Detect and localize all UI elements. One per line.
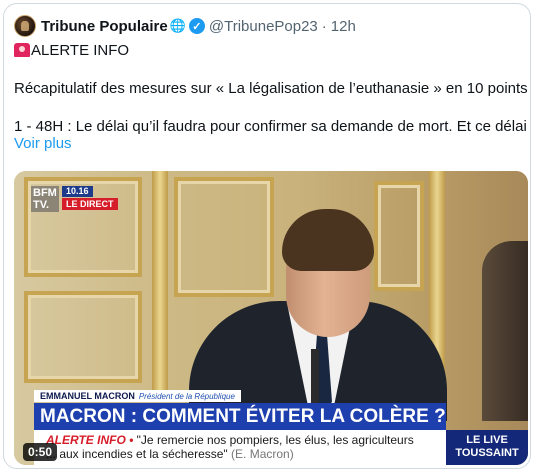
wall-panel	[374, 181, 424, 291]
verified-badge-icon: ✓	[188, 18, 205, 34]
separator-dot: ·	[321, 17, 327, 35]
news-ticker: ALERTE INFO • "Je remercie nos pompiers,…	[34, 430, 446, 465]
siren-icon	[14, 43, 30, 57]
foreground-person	[482, 241, 528, 421]
tweet-text-line: Récapitulatif des mesures sur « La légal…	[14, 80, 531, 97]
wall-panel	[174, 177, 274, 297]
author-name[interactable]: Tribune Populaire	[41, 18, 168, 35]
side-banner: LE LIVE TOUSSAINT	[446, 430, 528, 465]
tweet-text-line: 1 - 48H : Le délai qu’il faudra pour con…	[14, 118, 531, 135]
avatar[interactable]	[14, 15, 36, 37]
side-banner-line: LE LIVE	[466, 434, 508, 446]
wall-panel	[24, 291, 142, 383]
author-handle[interactable]: @TribunePop23	[209, 18, 318, 35]
speaker-namebar: EMMANUEL MACRON Président de la Républiqu…	[34, 390, 241, 402]
channel-time: 10.16	[62, 186, 93, 197]
tweet-alert-line: ALERTE INFO	[14, 41, 129, 60]
speaker-title: Président de la République	[138, 392, 235, 401]
side-banner-line: TOUSSAINT	[455, 447, 519, 459]
ticker-line: ... aux incendies et la sécheresse" (E. …	[46, 447, 294, 461]
ticker-text: "Je remercie nos pompiers, les élus, les…	[136, 433, 414, 447]
channel-logo: BFM TV.	[31, 186, 59, 212]
video-player[interactable]: BFM TV. 10.16 LE DIRECT EMMANUEL MACRON P…	[14, 171, 528, 465]
ticker-label: ALERTE INFO	[46, 433, 126, 447]
tweet-card[interactable]: Tribune Populaire 🌐 ✓ @TribunePop23 · 12…	[3, 3, 531, 469]
live-badge: LE DIRECT	[62, 198, 118, 210]
ticker-bullet: •	[129, 433, 134, 447]
video-duration-badge: 0:50	[23, 443, 58, 461]
ticker-source: (E. Macron)	[231, 447, 294, 461]
video-headline: MACRON : COMMENT ÉVITER LA COLÈRE ?	[34, 403, 446, 430]
tweet-header: Tribune Populaire 🌐 ✓ @TribunePop23 · 12…	[14, 14, 356, 38]
alert-label: ALERTE INFO	[31, 42, 130, 59]
ticker-line: ALERTE INFO • "Je remercie nos pompiers,…	[46, 433, 414, 447]
speaker-name: EMMANUEL MACRON	[40, 391, 135, 401]
show-more-link[interactable]: Voir plus	[14, 135, 72, 152]
globe-icon: 🌐	[169, 18, 186, 33]
tweet-time[interactable]: 12h	[331, 18, 356, 35]
gilded-column	[152, 171, 168, 401]
ticker-text: ... aux incendies et la sécheresse"	[46, 447, 228, 461]
microphone	[311, 349, 319, 409]
